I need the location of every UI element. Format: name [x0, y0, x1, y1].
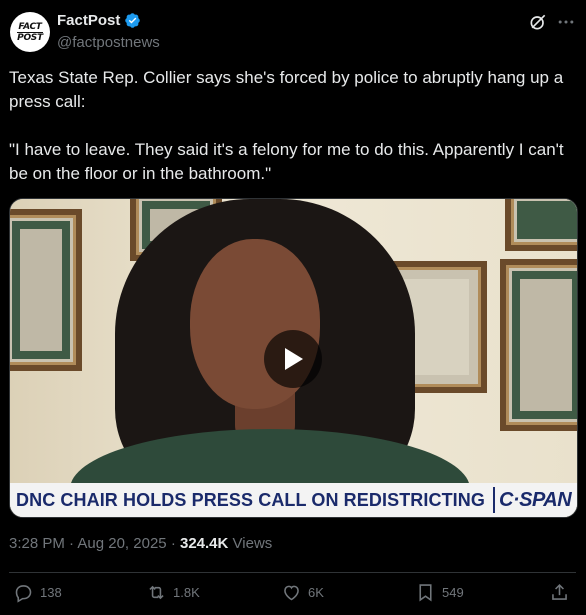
avatar-text-fact: FACT	[17, 21, 43, 33]
grok-icon[interactable]	[528, 12, 548, 32]
video-chyron: DNC CHAIR HOLDS PRESS CALL ON REDISTRICT…	[10, 483, 577, 517]
share-icon	[552, 583, 567, 600]
repost-button[interactable]: 1.8K	[146, 582, 200, 603]
views-label: Views	[232, 535, 273, 552]
avatar-text-post: POST	[17, 32, 43, 43]
repost-icon	[149, 585, 164, 600]
like-button[interactable]: 6K	[281, 582, 324, 603]
author-name[interactable]: FactPost	[57, 12, 120, 29]
avatar[interactable]: FACT POST	[10, 12, 50, 52]
meta-separator-2: ·	[170, 535, 176, 552]
wall-frame-left	[10, 209, 82, 371]
tweet-text: Texas State Rep. Collier says she's forc…	[9, 68, 564, 183]
chyron-divider	[493, 487, 495, 513]
reply-icon	[15, 585, 32, 603]
bookmark-button[interactable]: 549	[415, 582, 464, 603]
more-options-icon[interactable]	[556, 12, 576, 32]
tweet-header: FACT POST FactPost @factpostnews	[0, 0, 586, 64]
meta-separator: ·	[69, 535, 75, 552]
wall-frame-top-right	[505, 199, 577, 251]
verified-badge-icon	[125, 13, 141, 28]
reply-button[interactable]: 138	[13, 582, 62, 603]
reply-count: 138	[40, 585, 62, 600]
wall-frame-right	[500, 259, 577, 431]
views-count: 324.4K	[179, 535, 229, 552]
author-handle[interactable]: @factpostnews	[57, 34, 160, 51]
heart-icon	[284, 585, 299, 601]
action-bar: 138 1.8K 6K 549	[0, 582, 586, 610]
tweet-meta: 3:28 PM · Aug 20, 2025 · 324.4K Views	[9, 535, 272, 552]
chyron-headline: DNC CHAIR HOLDS PRESS CALL ON REDISTRICT…	[16, 489, 485, 510]
play-icon	[285, 348, 303, 370]
bookmark-count: 549	[442, 585, 464, 600]
author-name-row: FactPost	[57, 12, 141, 29]
repost-count: 1.8K	[173, 585, 200, 600]
tweet-time[interactable]: 3:28 PM	[9, 535, 65, 552]
video-player[interactable]: DNC CHAIR HOLDS PRESS CALL ON REDISTRICT…	[9, 198, 578, 518]
tweet-date[interactable]: Aug 20, 2025	[77, 535, 166, 552]
cspan-logo: C·SPAN	[499, 488, 572, 511]
share-button[interactable]	[549, 582, 570, 603]
actions-divider	[9, 572, 576, 573]
like-count: 6K	[308, 585, 324, 600]
bookmark-icon	[419, 584, 432, 602]
play-button[interactable]	[264, 330, 322, 388]
